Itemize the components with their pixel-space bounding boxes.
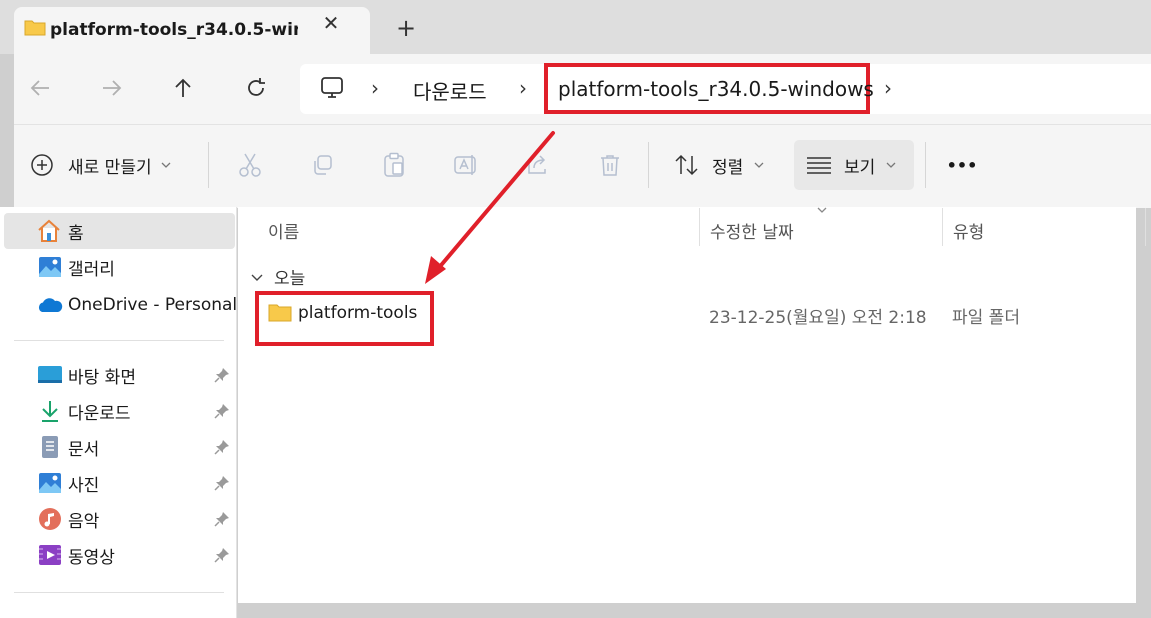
annotation-arrow [425, 131, 555, 284]
